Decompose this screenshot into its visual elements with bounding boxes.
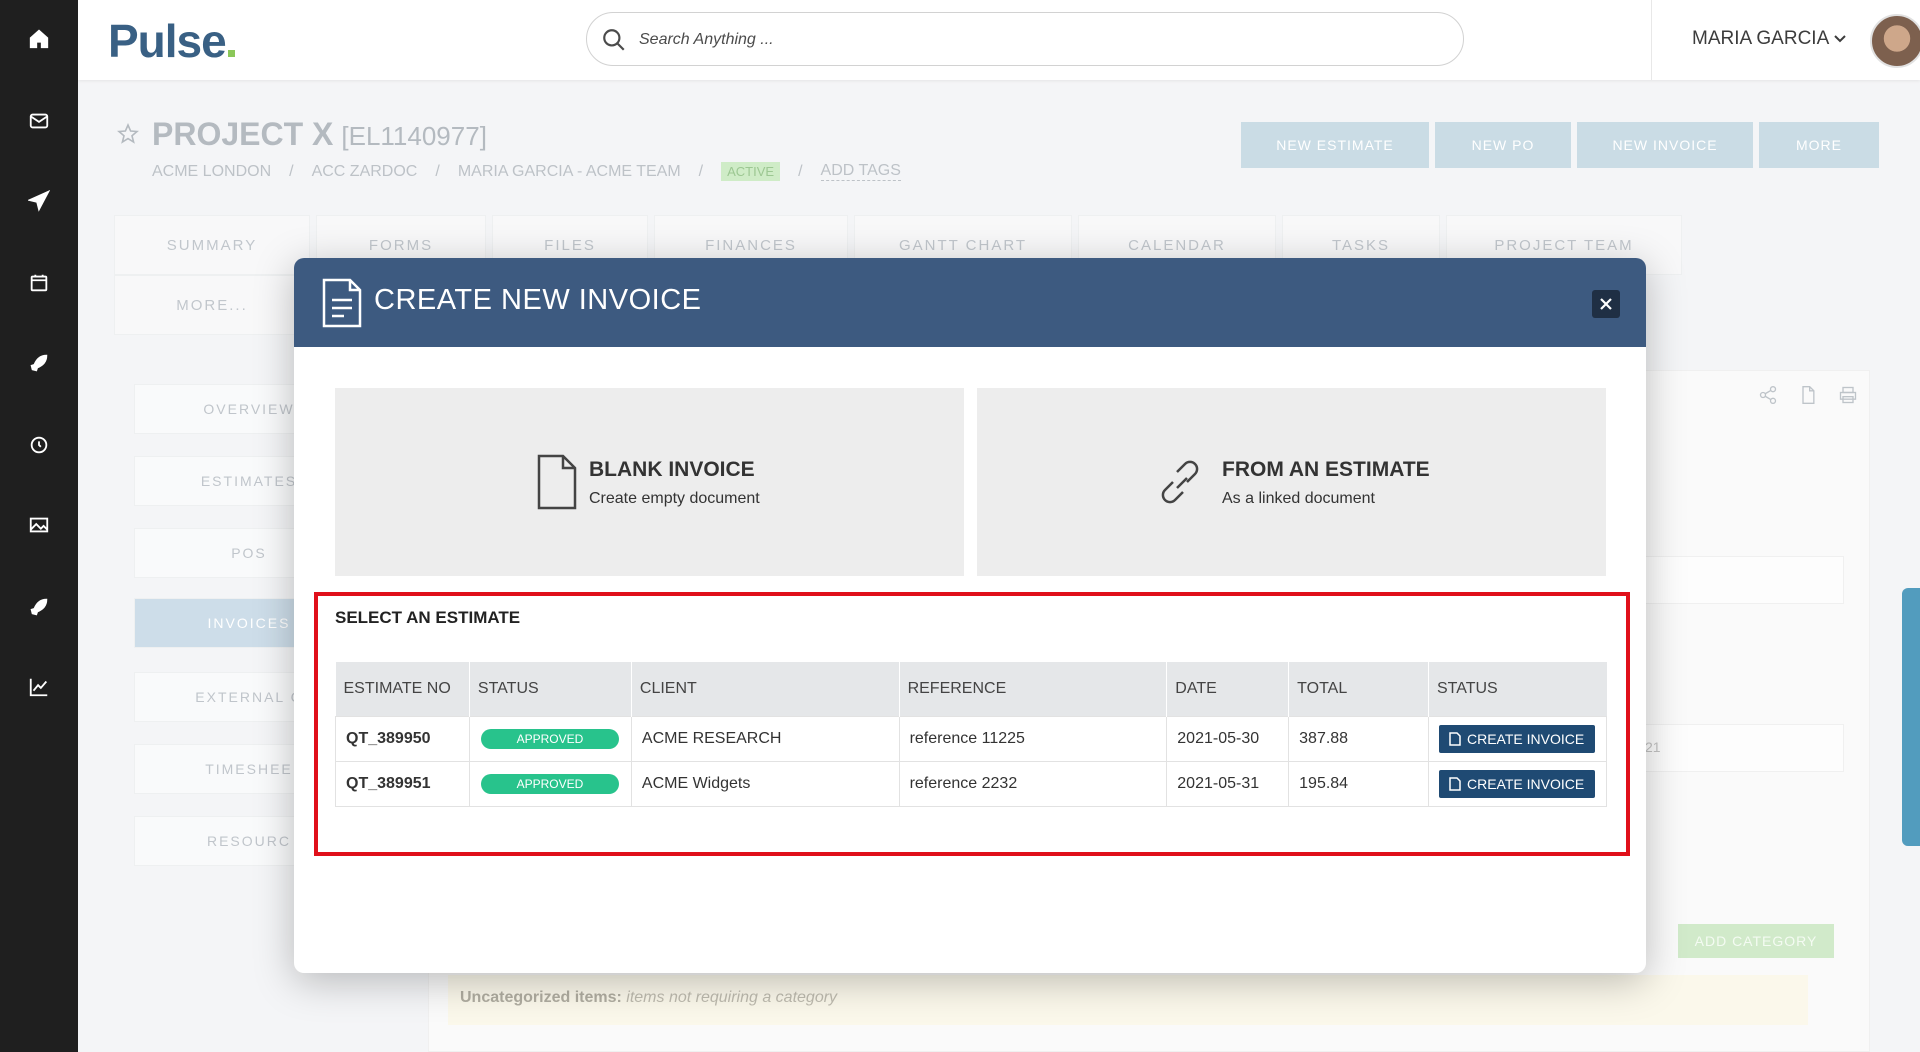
blank-document-icon: [537, 454, 577, 510]
estimates-table: ESTIMATE NO STATUS CLIENT REFERENCE DATE…: [335, 662, 1608, 807]
action-cell: CREATE INVOICE: [1427, 715, 1608, 762]
modal-title: CREATE NEW INVOICE: [374, 284, 702, 316]
select-estimate-title: SELECT AN ESTIMATE: [335, 608, 521, 627]
column-header: STATUS: [468, 662, 632, 716]
column-header: DATE: [1166, 662, 1289, 716]
action-cell: CREATE INVOICE: [1427, 760, 1608, 807]
create-invoice-button[interactable]: CREATE INVOICE: [1438, 769, 1595, 798]
close-button[interactable]: [1592, 290, 1620, 318]
document-icon: [1449, 776, 1461, 791]
status-cell: APPROVED: [468, 715, 632, 762]
client-cell: ACME Widgets: [630, 760, 900, 807]
blank-invoice-option[interactable]: BLANK INVOICE Create empty document: [335, 388, 964, 576]
status-badge: APPROVED: [480, 773, 619, 794]
date-cell: 2021-05-30: [1166, 715, 1289, 762]
estimate-no-cell: QT_389950: [335, 715, 470, 762]
blank-invoice-subtitle: Create empty document: [589, 490, 760, 507]
client-cell: ACME RESEARCH: [630, 715, 900, 762]
total-cell: 195.84: [1288, 760, 1429, 807]
column-header: STATUS: [1427, 662, 1607, 716]
from-estimate-subtitle: As a linked document: [1222, 490, 1375, 507]
create-invoice-button[interactable]: CREATE INVOICE: [1438, 724, 1595, 753]
invoice-document-icon: [322, 278, 362, 328]
reference-cell: reference 11225: [898, 715, 1167, 762]
column-header: CLIENT: [630, 662, 900, 716]
from-estimate-title: FROM AN ESTIMATE: [1222, 458, 1430, 481]
table-row[interactable]: QT_389951 APPROVED ACME Widgets referenc…: [335, 760, 1608, 807]
reference-cell: reference 2232: [898, 760, 1167, 807]
column-header: ESTIMATE NO: [335, 662, 470, 716]
link-icon: [1161, 460, 1199, 504]
blank-invoice-title: BLANK INVOICE: [589, 458, 755, 481]
table-header-row: ESTIMATE NO STATUS CLIENT REFERENCE DATE…: [335, 662, 1607, 716]
estimate-no-cell: QT_389951: [335, 760, 470, 807]
date-cell: 2021-05-31: [1166, 760, 1289, 807]
from-estimate-option[interactable]: FROM AN ESTIMATE As a linked document: [977, 388, 1606, 576]
status-badge: APPROVED: [480, 728, 619, 749]
document-icon: [1449, 731, 1461, 746]
total-cell: 387.88: [1288, 715, 1429, 762]
modal-header: CREATE NEW INVOICE: [294, 258, 1646, 347]
table-row[interactable]: QT_389950 APPROVED ACME RESEARCH referen…: [335, 715, 1608, 762]
column-header: TOTAL: [1288, 662, 1429, 716]
close-icon: [1600, 298, 1612, 310]
column-header: REFERENCE: [898, 662, 1167, 716]
create-invoice-modal: CREATE NEW INVOICE BLANK INVOICE Create …: [294, 258, 1646, 973]
status-cell: APPROVED: [468, 760, 632, 807]
